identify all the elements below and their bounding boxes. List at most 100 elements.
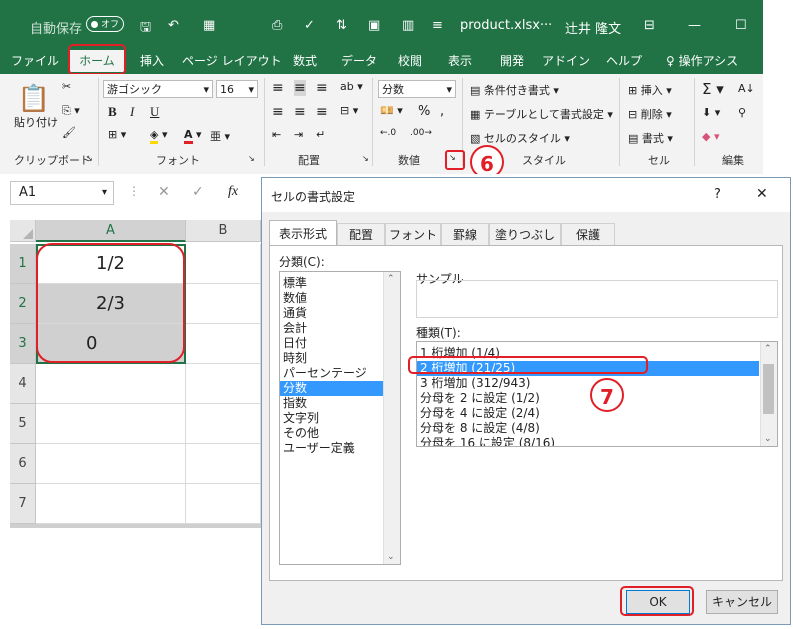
- column-header-b[interactable]: B: [186, 220, 261, 242]
- cut-icon[interactable]: ✂: [62, 80, 71, 93]
- check-icon[interactable]: ✓: [304, 18, 315, 33]
- type-item[interactable]: 3 桁増加 (312/943): [417, 376, 759, 391]
- cell-b6[interactable]: [186, 444, 261, 484]
- cell-b3[interactable]: [186, 324, 261, 364]
- orientation-icon[interactable]: ab ▾: [340, 80, 363, 93]
- cell-a5[interactable]: [36, 404, 186, 444]
- cancel-button[interactable]: キャンセル: [706, 590, 778, 614]
- scroll-down-icon[interactable]: ⌄: [387, 552, 395, 562]
- cell-b1[interactable]: [186, 244, 261, 284]
- delete-cells-button[interactable]: ⊟ 削除 ▾: [628, 106, 672, 122]
- category-item[interactable]: 標準: [280, 276, 383, 291]
- category-item[interactable]: 通貨: [280, 306, 383, 321]
- fill-color-icon[interactable]: ◈ ▾: [150, 128, 168, 144]
- format-cells-button[interactable]: ▤ 書式 ▾: [628, 130, 673, 146]
- row-header-1[interactable]: 1: [10, 244, 36, 284]
- row-header-3[interactable]: 3: [10, 324, 36, 364]
- category-item[interactable]: ユーザー定義: [280, 441, 383, 456]
- cell-a7[interactable]: [36, 484, 186, 524]
- align-left-icon[interactable]: ≡: [272, 104, 284, 120]
- category-item[interactable]: パーセンテージ: [280, 366, 383, 381]
- undo-icon[interactable]: ↶: [168, 18, 179, 33]
- merge-icon[interactable]: ⊟ ▾: [340, 104, 358, 117]
- category-item[interactable]: 指数: [280, 396, 383, 411]
- format-painter-icon[interactable]: 🖌: [62, 126, 76, 139]
- comma-icon[interactable]: ,: [440, 104, 444, 119]
- scroll-thumb[interactable]: [763, 364, 774, 414]
- category-item[interactable]: 分数: [280, 381, 383, 396]
- tab-file[interactable]: ファイル: [10, 50, 60, 72]
- customize-qat-icon[interactable]: ≡: [432, 18, 443, 33]
- cell-b2[interactable]: [186, 284, 261, 324]
- align-right-icon[interactable]: ≡: [316, 104, 328, 120]
- print-preview-icon[interactable]: ⎙: [272, 18, 282, 33]
- dialog-tab-protection[interactable]: 保護: [561, 223, 615, 245]
- category-scrollbar[interactable]: ⌃ ⌄: [383, 272, 400, 564]
- category-item[interactable]: 時刻: [280, 351, 383, 366]
- category-item[interactable]: 日付: [280, 336, 383, 351]
- help-button[interactable]: ?: [714, 187, 721, 202]
- align-bottom-icon[interactable]: ≡: [316, 80, 328, 96]
- underline-button[interactable]: U: [150, 104, 159, 120]
- align-top-icon[interactable]: ≡: [272, 80, 284, 96]
- tab-insert[interactable]: 挿入: [132, 50, 172, 72]
- wrap-text-icon[interactable]: ↵: [316, 128, 325, 141]
- clipboard-launcher-icon[interactable]: ↘: [86, 154, 93, 163]
- tab-formulas[interactable]: 数式: [284, 50, 326, 72]
- sort-icon[interactable]: ⇅: [336, 18, 347, 33]
- cell-b7[interactable]: [186, 484, 261, 524]
- type-scrollbar[interactable]: ⌃ ⌄: [760, 342, 777, 446]
- copy-icon[interactable]: ⎘ ▾: [62, 104, 80, 118]
- row-header-7[interactable]: 7: [10, 484, 36, 524]
- fill-icon[interactable]: ⬇ ▾: [702, 106, 720, 119]
- column-header-a[interactable]: A: [36, 220, 186, 242]
- phonetic-icon[interactable]: 亜 ▾: [210, 128, 230, 144]
- cell-a4[interactable]: [36, 364, 186, 404]
- bold-button[interactable]: B: [108, 104, 117, 120]
- tab-developer[interactable]: 開発: [492, 50, 532, 72]
- increase-indent-icon[interactable]: ⇥: [294, 128, 303, 141]
- close-icon[interactable]: ✕: [756, 186, 768, 202]
- font-launcher-icon[interactable]: ↘: [248, 154, 255, 163]
- percent-icon[interactable]: %: [418, 104, 430, 119]
- maximize-icon[interactable]: ☐: [735, 18, 747, 33]
- category-list[interactable]: 標準 数値 通貨 会計 日付 時刻 パーセンテージ 分数 指数 文字列 その他 ユーザー定義 ⌃ ⌄: [279, 271, 401, 565]
- ribbon-display-icon[interactable]: ⊟: [644, 18, 655, 33]
- type-item[interactable]: 分母を 4 に設定 (2/4): [417, 406, 759, 421]
- tab-page-layout[interactable]: ページ レイアウト: [182, 50, 282, 72]
- font-size-combo[interactable]: 16 ▾: [216, 80, 258, 98]
- type-item[interactable]: 分母を 8 に設定 (4/8): [417, 421, 759, 436]
- tab-help[interactable]: ヘルプ: [602, 50, 646, 72]
- confirm-entry-icon[interactable]: ✓: [192, 184, 204, 200]
- dialog-tab-font[interactable]: フォント: [385, 223, 441, 245]
- alignment-launcher-icon[interactable]: ↘: [362, 154, 369, 163]
- find-icon[interactable]: ⚲: [738, 106, 746, 119]
- row-header-2[interactable]: 2: [10, 284, 36, 324]
- tab-addins[interactable]: アドイン: [542, 50, 590, 72]
- dialog-tab-fill[interactable]: 塗りつぶし: [489, 223, 561, 245]
- name-box[interactable]: A1 ▾: [10, 181, 114, 205]
- type-item[interactable]: 分母を 2 に設定 (1/2): [417, 391, 759, 406]
- dialog-tab-border[interactable]: 罫線: [441, 223, 489, 245]
- category-item[interactable]: 会計: [280, 321, 383, 336]
- scroll-up-icon[interactable]: ⌃: [387, 274, 395, 284]
- category-item[interactable]: その他: [280, 426, 383, 441]
- cancel-entry-icon[interactable]: ✕: [158, 184, 170, 200]
- tab-data[interactable]: データ: [336, 50, 382, 72]
- camera-icon[interactable]: ▣: [368, 18, 380, 33]
- currency-icon[interactable]: 💴 ▾: [380, 104, 403, 117]
- increase-decimal-icon[interactable]: ←.0: [380, 128, 396, 138]
- cell-a6[interactable]: [36, 444, 186, 484]
- insert-cells-button[interactable]: ⊞ 挿入 ▾: [628, 82, 672, 98]
- dialog-tab-alignment[interactable]: 配置: [337, 223, 385, 245]
- autosave-toggle[interactable]: オフ: [86, 16, 124, 32]
- category-item[interactable]: 文字列: [280, 411, 383, 426]
- chart-icon[interactable]: ▥: [402, 18, 414, 33]
- scroll-down-icon[interactable]: ⌄: [764, 434, 772, 444]
- save-icon[interactable]: 🖫: [140, 18, 151, 40]
- select-all-corner[interactable]: [10, 220, 36, 242]
- cell-b4[interactable]: [186, 364, 261, 404]
- row-header-5[interactable]: 5: [10, 404, 36, 444]
- align-center-icon[interactable]: ≡: [294, 104, 306, 120]
- conditional-format-button[interactable]: ▤ 条件付き書式 ▾: [470, 82, 559, 98]
